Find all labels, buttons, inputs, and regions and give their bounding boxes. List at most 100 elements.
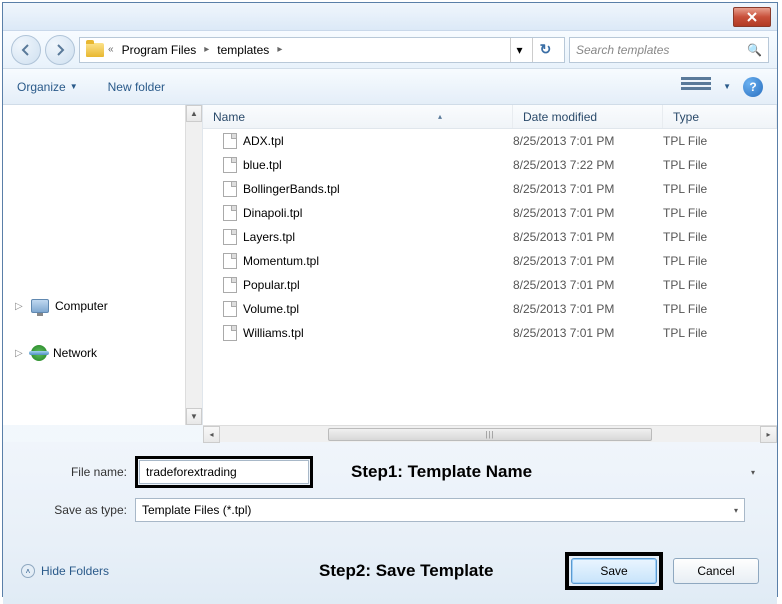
file-date: 8/25/2013 7:01 PM <box>513 278 663 292</box>
caret-down-icon[interactable]: ▾ <box>751 468 755 477</box>
column-type[interactable]: Type <box>663 105 777 128</box>
file-date: 8/25/2013 7:01 PM <box>513 206 663 220</box>
search-icon[interactable]: 🔍 <box>747 43 762 57</box>
scroll-up-button[interactable]: ▲ <box>186 105 202 122</box>
forward-button[interactable] <box>45 35 75 65</box>
file-row[interactable]: Volume.tpl 8/25/2013 7:01 PM TPL File <box>203 297 777 321</box>
file-row[interactable]: Williams.tpl 8/25/2013 7:01 PM TPL File <box>203 321 777 345</box>
search-input[interactable] <box>576 43 741 57</box>
file-row[interactable]: Dinapoli.tpl 8/25/2013 7:01 PM TPL File <box>203 201 777 225</box>
file-icon <box>223 301 237 317</box>
save-button[interactable]: Save <box>571 558 657 584</box>
file-row[interactable]: BollingerBands.tpl 8/25/2013 7:01 PM TPL… <box>203 177 777 201</box>
file-row[interactable]: Momentum.tpl 8/25/2013 7:01 PM TPL File <box>203 249 777 273</box>
save-dialog: « Program Files ▸ templates ▸ ▾ ↻ 🔍 Orga… <box>2 2 778 597</box>
file-type: TPL File <box>663 230 777 244</box>
refresh-button[interactable]: ↻ <box>532 38 558 62</box>
new-folder-button[interactable]: New folder <box>108 80 165 94</box>
chevron-right-icon: ▸ <box>204 44 209 55</box>
address-dropdown[interactable]: ▾ <box>510 38 528 62</box>
file-icon <box>223 157 237 173</box>
file-date: 8/25/2013 7:01 PM <box>513 254 663 268</box>
step2-annotation: Step2: Save Template <box>319 561 493 581</box>
titlebar <box>3 3 777 31</box>
breadcrumb-templates[interactable]: templates <box>213 41 273 59</box>
organize-button[interactable]: Organize ▼ <box>17 80 78 94</box>
computer-icon <box>31 299 49 313</box>
breadcrumb-program-files[interactable]: Program Files <box>118 41 201 59</box>
scroll-down-button[interactable]: ▼ <box>186 408 202 425</box>
refresh-icon: ↻ <box>540 41 552 58</box>
sidebar-item-computer[interactable]: ▷ Computer <box>3 293 202 319</box>
file-type: TPL File <box>663 278 777 292</box>
sidebar-scrollbar[interactable]: ▲ ▼ <box>185 105 202 425</box>
file-type: TPL File <box>663 302 777 316</box>
column-date[interactable]: Date modified <box>513 105 663 128</box>
file-name: Popular.tpl <box>243 278 300 292</box>
file-name: blue.tpl <box>243 158 282 172</box>
file-name: Williams.tpl <box>243 326 304 340</box>
column-headers: Name ▴ Date modified Type <box>203 105 777 129</box>
back-button[interactable] <box>11 35 41 65</box>
scroll-track[interactable] <box>186 122 202 408</box>
saveas-value: Template Files (*.tpl) <box>142 503 734 517</box>
scroll-right-button[interactable]: ▸ <box>760 426 777 443</box>
scroll-left-button[interactable]: ◂ <box>203 426 220 443</box>
arrow-right-icon <box>53 43 67 57</box>
file-row[interactable]: Layers.tpl 8/25/2013 7:01 PM TPL File <box>203 225 777 249</box>
file-row[interactable]: ADX.tpl 8/25/2013 7:01 PM TPL File <box>203 129 777 153</box>
file-date: 8/25/2013 7:01 PM <box>513 326 663 340</box>
file-row[interactable]: blue.tpl 8/25/2013 7:22 PM TPL File <box>203 153 777 177</box>
file-icon <box>223 133 237 149</box>
file-icon <box>223 277 237 293</box>
network-icon <box>31 345 47 361</box>
search-box[interactable]: 🔍 <box>569 37 769 63</box>
file-date: 8/25/2013 7:01 PM <box>513 134 663 148</box>
sidebar-item-network[interactable]: ▷ Network <box>3 339 202 367</box>
address-bar[interactable]: « Program Files ▸ templates ▸ ▾ ↻ <box>79 37 565 63</box>
file-name: BollingerBands.tpl <box>243 182 340 196</box>
chevron-up-icon: ˄ <box>21 564 35 578</box>
expand-icon[interactable]: ▷ <box>15 301 25 312</box>
help-button[interactable]: ? <box>743 77 763 97</box>
sidebar-label: Network <box>53 346 97 360</box>
file-type: TPL File <box>663 254 777 268</box>
column-name[interactable]: Name ▴ <box>203 105 513 128</box>
scroll-thumb[interactable]: ||| <box>328 428 652 441</box>
save-highlight: Save <box>565 552 663 590</box>
sort-asc-icon: ▴ <box>438 112 442 121</box>
filename-highlight <box>135 456 313 488</box>
folder-icon <box>86 43 104 57</box>
file-type: TPL File <box>663 134 777 148</box>
toolbar: Organize ▼ New folder ▼ ? <box>3 69 777 105</box>
close-button[interactable] <box>733 7 771 27</box>
file-date: 8/25/2013 7:01 PM <box>513 182 663 196</box>
saveas-combo[interactable]: Template Files (*.tpl) ▾ <box>135 498 745 522</box>
file-list: ADX.tpl 8/25/2013 7:01 PM TPL File blue.… <box>203 129 777 425</box>
sidebar: ▷ Computer ▷ Network ▲ ▼ <box>3 105 203 425</box>
file-type: TPL File <box>663 326 777 340</box>
file-name: ADX.tpl <box>243 134 284 148</box>
file-icon <box>223 253 237 269</box>
horizontal-scrollbar[interactable]: ◂ ||| ▸ <box>203 425 777 442</box>
hide-folders-button[interactable]: ˄ Hide Folders <box>21 564 109 578</box>
file-name: Layers.tpl <box>243 230 295 244</box>
file-icon <box>223 229 237 245</box>
organize-label: Organize <box>17 80 66 94</box>
file-name: Momentum.tpl <box>243 254 319 268</box>
view-options-button[interactable] <box>681 77 711 97</box>
file-icon <box>223 205 237 221</box>
file-date: 8/25/2013 7:01 PM <box>513 302 663 316</box>
button-row: ˄ Hide Folders Step2: Save Template Save… <box>3 542 777 604</box>
file-row[interactable]: Popular.tpl 8/25/2013 7:01 PM TPL File <box>203 273 777 297</box>
caret-down-icon[interactable]: ▼ <box>723 82 731 91</box>
filename-input[interactable] <box>139 460 309 484</box>
close-icon <box>747 12 757 22</box>
arrow-left-icon <box>19 43 33 57</box>
caret-down-icon: ▾ <box>734 506 738 515</box>
file-type: TPL File <box>663 182 777 196</box>
saveas-label: Save as type: <box>21 503 127 517</box>
file-date: 8/25/2013 7:01 PM <box>513 230 663 244</box>
cancel-button[interactable]: Cancel <box>673 558 759 584</box>
expand-icon[interactable]: ▷ <box>15 348 25 359</box>
